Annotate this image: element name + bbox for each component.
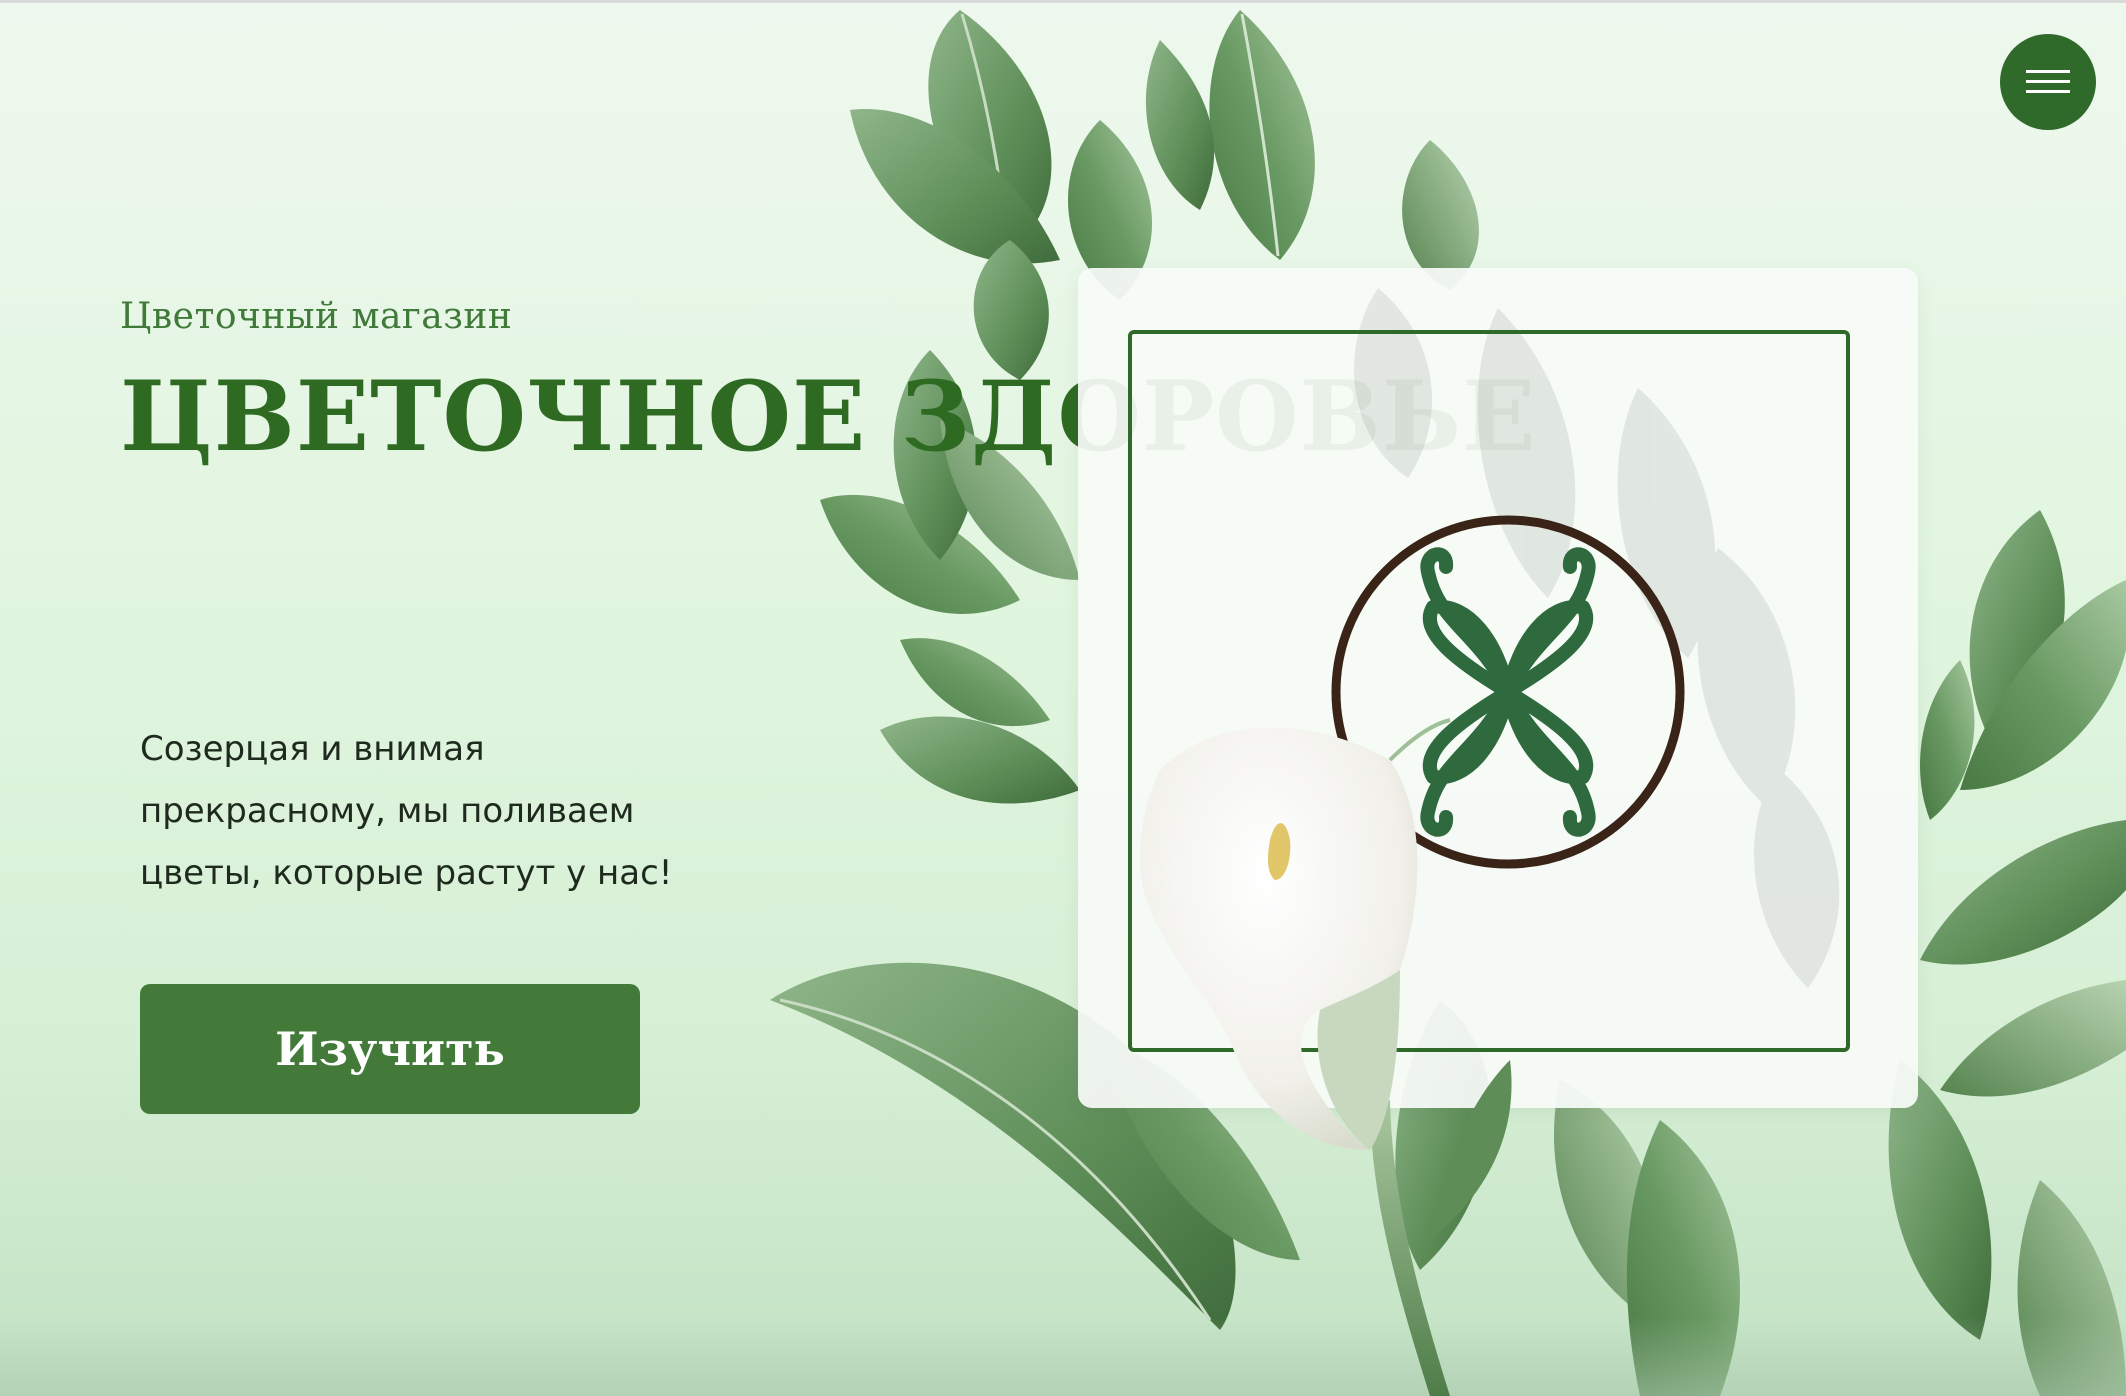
hero-lead-text: Созерцая и внимая прекрасному, мы полива…	[140, 718, 700, 904]
lead-line: прекрасному, мы поливаем	[140, 791, 635, 831]
lead-line: Созерцая и внимая	[140, 729, 485, 769]
explore-button[interactable]: Изучить	[140, 984, 640, 1114]
bottom-shade	[0, 1316, 2126, 1396]
leaf-cluster-right	[1920, 510, 2126, 1097]
site-subtitle: Цветочный магазин	[120, 296, 513, 337]
lead-line: цветы, которые растут у нас!	[140, 853, 673, 893]
calla-lily-illustration	[1140, 718, 1512, 1396]
menu-button[interactable]	[2000, 34, 2096, 130]
